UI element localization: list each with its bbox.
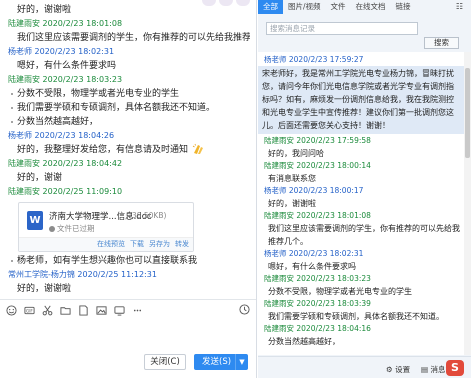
history-text: 好的，我问问哈 bbox=[268, 149, 324, 158]
history-text: 好的，谢谢啦 bbox=[268, 199, 316, 208]
message-text: 分数不受限，物理学或者光电专业的学生 bbox=[8, 87, 250, 101]
tab-2[interactable]: 文件 bbox=[326, 0, 351, 14]
message-text: 分数当然越高越好， bbox=[8, 115, 250, 129]
gif-icon[interactable]: GIF bbox=[24, 305, 35, 316]
history-text: 我们需要学硕和专硕调剂，具体名额我还不知道。 bbox=[268, 312, 444, 321]
history-text: 分数不受限，物理学或者光电专业的学生 bbox=[268, 287, 412, 296]
tab-1[interactable]: 图片/视频 bbox=[283, 0, 326, 14]
message-sender: 陆建雨安 2020/2/25 11:09:10 bbox=[8, 187, 123, 196]
history-sender: 陆建雨安 2020/2/23 18:03:39 bbox=[264, 299, 371, 308]
file-card[interactable]: W 济南大学物理学...信息.doc (38.50KB) 文件已过期 在线预览 下载 另存为… bbox=[18, 202, 194, 252]
chat-messages[interactable]: 好的，谢谢啦 陆建雨安 2020/2/23 18:01:08 我们这里应该需要调剂的… bbox=[0, 0, 256, 295]
svg-text:GIF: GIF bbox=[26, 308, 33, 313]
history-sender: 陆建雨安 2020/2/23 18:01:08 bbox=[264, 211, 371, 220]
file-size: (38.50KB) bbox=[129, 211, 167, 220]
message-text: 好的，谢谢啦 bbox=[17, 5, 72, 15]
chat-toolbar: GIF bbox=[0, 299, 256, 321]
message-sender: 陆建雨安 2020/2/23 18:01:08 bbox=[8, 19, 123, 28]
message-sender: 陆建雨安 2020/2/23 18:03:23 bbox=[8, 75, 123, 84]
history-sender: 陆建雨安 2020/2/23 18:03:23 bbox=[264, 274, 371, 283]
history-text: 嗯好，有什么条件要求吗 bbox=[268, 262, 356, 271]
emoji-icon[interactable] bbox=[6, 305, 17, 316]
expired-icon bbox=[49, 225, 55, 232]
file-action-3[interactable]: 转发 bbox=[175, 240, 189, 248]
history-sender: 杨老师 2020/2/23 18:02:31 bbox=[264, 249, 364, 258]
message-sender: 杨老师 2020/2/23 18:04:26 bbox=[8, 131, 115, 140]
file-action-1[interactable]: 下载 bbox=[130, 240, 144, 248]
message-sender: 杨老师 2020/2/23 18:02:31 bbox=[8, 47, 115, 56]
history-sender: 陆建雨安 2020/2/23 17:59:58 bbox=[264, 136, 371, 145]
history-sender: 杨老师 2020/2/23 18:00:17 bbox=[264, 186, 364, 195]
history-text: 分数当然越高越好， bbox=[268, 337, 340, 346]
message-text: 我们这里应该需要调剂的学生，你有推荐的可以先给我推荐几个。 bbox=[17, 33, 250, 43]
document-icon[interactable] bbox=[78, 305, 89, 316]
tab-3[interactable]: 在线文档 bbox=[351, 0, 391, 14]
chat-panel: 好的，谢谢啦 陆建雨安 2020/2/23 18:01:08 我们这里应该需要调剂的… bbox=[0, 0, 257, 378]
scissors-icon[interactable] bbox=[42, 305, 53, 316]
image-icon[interactable] bbox=[96, 305, 107, 316]
clap-emoji-icon bbox=[191, 143, 205, 155]
message-sender: 常州工学院-杨力锦 2020/2/25 11:12:31 bbox=[8, 270, 157, 279]
send-options-chevron-icon[interactable]: ▼ bbox=[235, 354, 248, 370]
send-button-label: 发送(S) bbox=[202, 357, 232, 367]
history-sender: 陆建雨安 2020/2/23 18:04:16 bbox=[264, 324, 371, 333]
file-status: 文件已过期 bbox=[49, 223, 95, 234]
history-search-input[interactable]: 搜索消息记录 bbox=[266, 22, 418, 35]
settings-label: 设置 bbox=[395, 365, 411, 374]
history-sender: 陆建雨安 2020/2/23 18:00:14 bbox=[264, 161, 371, 170]
more-icon[interactable] bbox=[132, 305, 143, 316]
history-sender: 杨老师 2020/2/23 17:59:27 bbox=[264, 55, 364, 64]
filter-icon[interactable]: ☷ bbox=[456, 2, 463, 11]
message-text: 杨老师，如有学生想兴趣你也可以直接联系我 bbox=[8, 254, 250, 268]
message-input[interactable] bbox=[0, 322, 256, 348]
history-messages[interactable]: 杨老师 2020/2/23 17:59:27 宋老师好，我是常州工学院光电专业杨力… bbox=[258, 52, 464, 355]
message-text: 我们需要学硕和专硕调剂，具体名额我还不知道。 bbox=[8, 101, 250, 115]
tab-4[interactable]: 链接 bbox=[391, 0, 416, 14]
message-text: 嗯好，有什么条件要求吗 bbox=[17, 61, 117, 71]
file-action-2[interactable]: 另存为 bbox=[149, 240, 170, 248]
history-scrollbar[interactable] bbox=[464, 52, 471, 355]
screen-share-icon[interactable] bbox=[114, 305, 125, 316]
chat-footer: 关闭(C) 发送(S) ▼ bbox=[0, 348, 256, 378]
message-text: 好的，谢谢 bbox=[17, 173, 63, 183]
history-panel: 全部 图片/视频 文件 在线文档 链接 ☷ 搜索消息记录 搜索 杨老师 2020/2/23… bbox=[258, 0, 471, 378]
history-footer: ⚙ 设置 ▤ 消息管 S bbox=[258, 356, 471, 378]
app-logo: S bbox=[446, 360, 464, 376]
history-text: 有消息联系您 bbox=[268, 174, 316, 183]
close-button[interactable]: 关闭(C) bbox=[144, 354, 186, 370]
history-text: 我们这里应该需要调剂的学生，你有推荐的可以先给我推荐几个。 bbox=[268, 224, 460, 246]
file-status-text: 文件已过期 bbox=[57, 224, 95, 233]
settings-button[interactable]: ⚙ 设置 bbox=[386, 364, 410, 375]
word-file-icon: W bbox=[27, 211, 43, 230]
message-sender: 陆建雨安 2020/2/23 18:04:42 bbox=[8, 159, 123, 168]
message-text: 好的，谢谢啦 bbox=[17, 284, 72, 294]
history-tabs: 全部 图片/视频 文件 在线文档 链接 ☷ bbox=[258, 0, 471, 14]
history-text: 宋老师好，我是常州工学院光电专业杨力锦，冒昧打扰您，请问今年你们光电信息学院或者… bbox=[258, 66, 464, 134]
file-actions: 在线预览 下载 另存为 转发 bbox=[19, 237, 193, 251]
history-scroll-thumb[interactable] bbox=[465, 68, 470, 158]
folder-icon[interactable] bbox=[60, 305, 71, 316]
message-text: 好的，我整理好发给您，有信息请及时通知 bbox=[8, 143, 250, 157]
send-button[interactable]: 发送(S) ▼ bbox=[194, 354, 248, 370]
history-search-button[interactable]: 搜索 bbox=[424, 37, 459, 49]
file-action-0[interactable]: 在线预览 bbox=[97, 240, 125, 248]
history-clock-icon[interactable] bbox=[239, 304, 250, 315]
tab-0[interactable]: 全部 bbox=[258, 0, 283, 14]
